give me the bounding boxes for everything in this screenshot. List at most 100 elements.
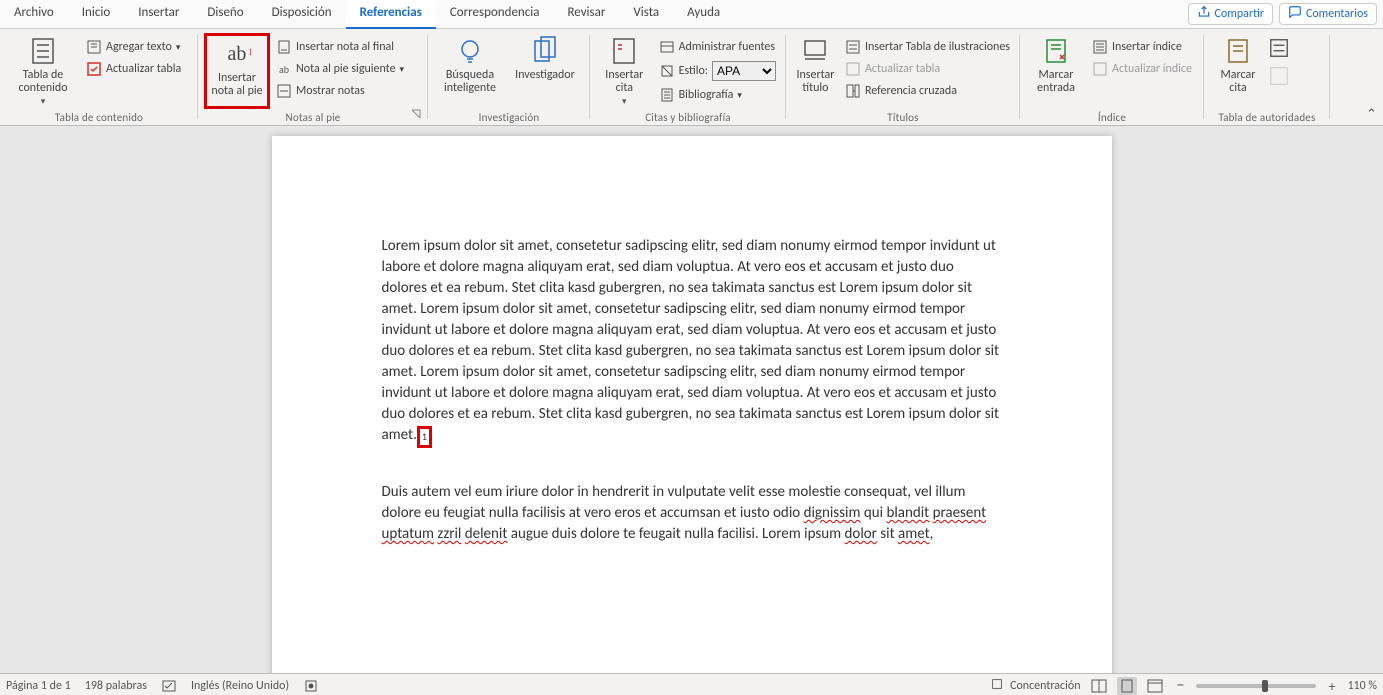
mark-entry-icon	[1040, 35, 1072, 67]
chevron-down-icon: ▾	[176, 42, 181, 53]
paragraph-2[interactable]: Duis autem vel eum iriure dolor in hendr…	[382, 482, 1002, 545]
tab-home[interactable]: Inicio	[68, 0, 124, 29]
group-citations-label: Citas y bibliografía	[590, 111, 786, 124]
spell-error[interactable]: zzril	[437, 525, 461, 543]
cross-reference[interactable]: Referencia cruzada	[841, 81, 1014, 101]
share-button[interactable]: Compartir	[1188, 3, 1273, 25]
status-page[interactable]: Página 1 de 1	[6, 679, 71, 693]
zoom-in-button[interactable]: +	[1324, 678, 1339, 695]
footnote-marker[interactable]: 1	[417, 426, 432, 448]
insert-caption-button[interactable]: Insertar título	[792, 33, 839, 95]
insert-index-icon	[1092, 39, 1108, 55]
tab-review[interactable]: Revisar	[553, 0, 619, 29]
style-icon	[659, 63, 675, 79]
insert-citation-button[interactable]: Insertar cita ▾	[596, 33, 653, 108]
toc-add-text[interactable]: Agregar texto ▾	[82, 37, 185, 57]
spell-error[interactable]: praesent	[933, 504, 987, 522]
paragraph-1-text: Lorem ipsum dolor sit amet, consetetur s…	[382, 237, 1000, 444]
toc-update[interactable]: Actualizar tabla	[82, 59, 185, 79]
manage-sources[interactable]: Administrar fuentes	[655, 37, 780, 57]
tab-file[interactable]: Archivo	[0, 0, 68, 29]
add-text-icon	[86, 39, 102, 55]
insert-caption-label: Insertar título	[794, 69, 837, 95]
mark-entry-button[interactable]: Marcar entrada	[1026, 33, 1086, 95]
spell-error[interactable]: blandit	[886, 504, 929, 522]
insert-endnote[interactable]: Insertar nota al final	[272, 37, 408, 57]
chevron-down-icon: ▾	[737, 90, 742, 101]
bibliography-label: Bibliografía	[679, 88, 734, 102]
share-icon	[1197, 5, 1211, 23]
tab-mailings[interactable]: Correspondencia	[436, 0, 554, 29]
tab-view[interactable]: Vista	[619, 0, 673, 29]
bibliography-icon	[659, 87, 675, 103]
tab-design[interactable]: Diseño	[193, 0, 257, 29]
group-captions: Insertar título Insertar Tabla de ilustr…	[786, 29, 1020, 125]
document-area[interactable]: Lorem ipsum dolor sit amet, consetetur s…	[0, 126, 1383, 673]
tab-layout[interactable]: Disposición	[258, 0, 346, 29]
comment-icon	[1288, 5, 1302, 23]
crossref-icon	[845, 83, 861, 99]
insert-table-of-figures[interactable]: Insertar Tabla de ilustraciones	[841, 37, 1014, 57]
insert-toa-icon[interactable]	[1268, 37, 1290, 59]
group-index: Marcar entrada Insertar índice Actualiza…	[1020, 29, 1204, 125]
status-word-count[interactable]: 198 palabras	[85, 679, 147, 693]
spell-error[interactable]: delenit	[465, 525, 508, 543]
next-footnote[interactable]: ab Nota al pie siguiente ▾	[272, 59, 408, 79]
insert-footnote-button[interactable]: ab1 Insertar nota al pie	[204, 33, 270, 109]
status-macro-icon[interactable]	[303, 678, 319, 694]
update-index-icon	[1092, 61, 1108, 77]
chevron-down-icon: ▾	[400, 64, 405, 75]
comments-button[interactable]: Comentarios	[1279, 3, 1377, 25]
focus-mode-button[interactable]: Concentración	[990, 677, 1080, 695]
zoom-level[interactable]: 110 %	[1347, 679, 1377, 693]
bibliography[interactable]: Bibliografía ▾	[655, 85, 780, 105]
show-notes[interactable]: Mostrar notas	[272, 81, 408, 101]
crossref-label: Referencia cruzada	[865, 84, 957, 98]
spell-error[interactable]: dolor	[845, 525, 877, 543]
update-captions-table: Actualizar tabla	[841, 59, 1014, 79]
citation-icon	[608, 35, 640, 67]
show-notes-icon	[276, 83, 292, 99]
smart-lookup-button[interactable]: Búsqueda inteligente	[434, 33, 506, 95]
read-mode-view[interactable]	[1089, 677, 1109, 695]
insert-index-label: Insertar índice	[1112, 40, 1182, 54]
paragraph-1[interactable]: Lorem ipsum dolor sit amet, consetetur s…	[382, 236, 1002, 448]
toc-add-text-label: Agregar texto	[106, 40, 172, 54]
zoom-slider[interactable]	[1196, 684, 1316, 688]
toc-button[interactable]: Tabla de contenido ▾	[6, 33, 80, 108]
tab-help[interactable]: Ayuda	[673, 0, 734, 29]
group-citations: Insertar cita ▾ Administrar fuentes Esti…	[590, 29, 786, 125]
insert-citation-label: Insertar cita	[598, 69, 651, 95]
group-footnotes-label: Notas al pie	[198, 111, 428, 124]
print-layout-view[interactable]	[1117, 677, 1137, 695]
citation-style-select[interactable]: APA	[712, 61, 776, 81]
spell-error[interactable]: dignissim	[804, 504, 861, 522]
tab-references[interactable]: Referencias	[346, 0, 436, 29]
page-1[interactable]: Lorem ipsum dolor sit amet, consetetur s…	[272, 136, 1112, 673]
collapse-ribbon-icon[interactable]: ⌃	[1366, 107, 1377, 122]
spell-error[interactable]: amet	[898, 525, 930, 543]
toc-icon	[27, 35, 59, 67]
p2-run: qui	[860, 504, 886, 522]
status-proofing-icon[interactable]	[161, 678, 177, 694]
researcher-icon	[529, 35, 561, 67]
mark-citation-button[interactable]: Marcar cita	[1210, 33, 1266, 95]
update-index: Actualizar índice	[1088, 59, 1196, 79]
web-layout-view[interactable]	[1145, 677, 1165, 695]
zoom-out-button[interactable]: −	[1173, 679, 1189, 693]
group-authorities: Marcar cita Tabla de autoridades	[1204, 29, 1330, 125]
next-footnote-label: Nota al pie siguiente	[296, 62, 396, 76]
group-research-label: Investigación	[428, 111, 590, 124]
chevron-down-icon: ▾	[41, 95, 46, 108]
status-language[interactable]: Inglés (Reino Unido)	[191, 679, 289, 693]
spell-error[interactable]: uptatum	[382, 525, 434, 543]
update-captions-label: Actualizar tabla	[865, 62, 940, 76]
focus-icon	[990, 677, 1004, 695]
share-label: Compartir	[1215, 7, 1264, 21]
lightbulb-icon	[454, 35, 486, 67]
tab-insert[interactable]: Insertar	[124, 0, 193, 29]
tof-icon	[845, 39, 861, 55]
researcher-button[interactable]: Investigador	[508, 33, 582, 82]
zoom-thumb[interactable]	[1262, 680, 1268, 692]
insert-index[interactable]: Insertar índice	[1088, 37, 1196, 57]
